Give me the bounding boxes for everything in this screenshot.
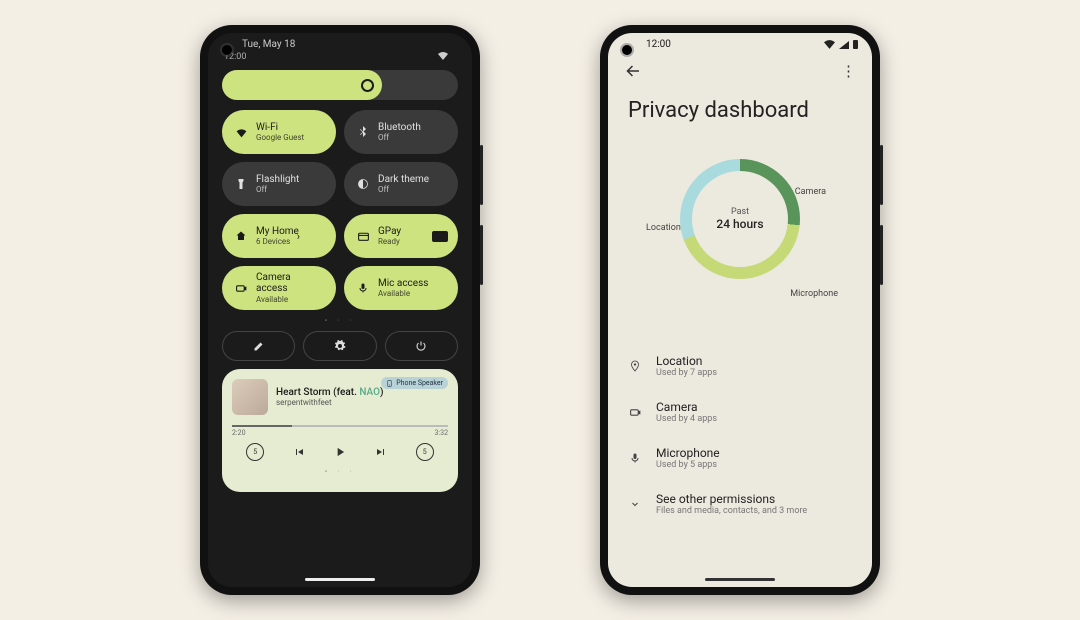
- status-date: Tue, May 18: [242, 39, 295, 50]
- permission-row-microphone[interactable]: MicrophoneUsed by 5 apps: [628, 435, 852, 481]
- forward-button[interactable]: 5: [416, 443, 434, 461]
- tile-title: My Home: [256, 226, 299, 238]
- tile-title: Dark theme: [378, 174, 429, 186]
- status-icons: [438, 52, 456, 62]
- phone-quick-settings: Tue, May 18 12:00 Wi-FiGoogle GuestBluet…: [200, 25, 480, 595]
- brightness-slider[interactable]: [222, 70, 458, 100]
- permission-row-camera[interactable]: CameraUsed by 4 apps: [628, 389, 852, 435]
- output-chip[interactable]: Phone Speaker: [381, 377, 448, 389]
- wifi-status-icon: [438, 52, 448, 62]
- status-icons: [824, 40, 858, 49]
- tile-title: GPay: [378, 226, 401, 238]
- wallet-icon: [356, 229, 370, 243]
- tile-title: Flashlight: [256, 174, 299, 186]
- donut-legend-microphone: Microphone: [790, 289, 838, 299]
- rewind-button[interactable]: 5: [246, 443, 264, 461]
- wifi-icon: [234, 125, 248, 139]
- overflow-menu-button[interactable]: ⋮: [841, 68, 856, 74]
- tile-flashlight[interactable]: FlashlightOff: [222, 162, 336, 206]
- back-button[interactable]: [624, 62, 642, 80]
- tile-title: Bluetooth: [378, 122, 421, 134]
- status-time: 12:00: [642, 39, 671, 50]
- row-subtitle: Used by 5 apps: [656, 460, 720, 470]
- settings-button[interactable]: [303, 331, 376, 361]
- page-indicator: • · ·: [208, 310, 472, 331]
- camera-icon: [628, 406, 642, 419]
- tile-title: Wi-Fi: [256, 122, 304, 134]
- bluetooth-icon: [356, 125, 370, 139]
- tile-my-home[interactable]: My Home6 Devices›: [222, 214, 336, 258]
- gesture-nav-pill[interactable]: [705, 578, 775, 581]
- permission-row-see-other-permissions[interactable]: See other permissionsFiles and media, co…: [628, 481, 852, 527]
- card-icon: [432, 231, 448, 242]
- tile-gpay[interactable]: GPayReady: [344, 214, 458, 258]
- permission-row-location[interactable]: LocationUsed by 7 apps: [628, 343, 852, 389]
- flashlight-icon: [234, 177, 248, 191]
- row-title: Camera: [656, 400, 717, 414]
- media-player-card[interactable]: Heart Storm (feat. NAO) serpentwithfeet …: [222, 369, 458, 492]
- usage-donut-chart: Past 24 hours Camera Microphone Location: [660, 159, 820, 319]
- track-title: Heart Storm (feat. NAO): [276, 387, 383, 398]
- page-title: Privacy dashboard: [608, 86, 872, 139]
- edit-tiles-button[interactable]: [222, 331, 295, 361]
- row-subtitle: Files and media, contacts, and 3 more: [656, 506, 807, 516]
- tile-subtitle: Off: [256, 185, 299, 194]
- track-artist: serpentwithfeet: [276, 398, 383, 407]
- signal-status-icon: [839, 41, 849, 49]
- row-title: Microphone: [656, 446, 720, 460]
- mic-icon: [356, 281, 370, 295]
- time-elapsed: 2:20: [232, 429, 246, 437]
- tile-title: Camera access: [256, 272, 324, 295]
- album-art: [232, 379, 268, 415]
- mic-icon: [628, 452, 642, 464]
- status-bar: Tue, May 18: [208, 33, 472, 52]
- donut-legend-location: Location: [646, 223, 681, 233]
- expand-icon: [628, 498, 642, 510]
- tile-subtitle: Available: [378, 289, 428, 298]
- row-title: See other permissions: [656, 492, 807, 506]
- time-duration: 3:32: [435, 429, 449, 437]
- punch-hole-camera: [622, 45, 632, 55]
- phone-privacy-dashboard: 12:00 ⋮ Privacy dashboard Past 24 hours: [600, 25, 880, 595]
- row-subtitle: Used by 4 apps: [656, 414, 717, 424]
- play-button[interactable]: [333, 445, 347, 459]
- home-icon: [234, 229, 248, 243]
- tile-subtitle: Off: [378, 133, 421, 142]
- next-button[interactable]: [375, 446, 387, 458]
- battery-status-icon: [853, 40, 858, 49]
- previous-button[interactable]: [293, 446, 305, 458]
- location-icon: [628, 360, 642, 372]
- tile-subtitle: Ready: [378, 237, 401, 246]
- power-button[interactable]: [385, 331, 458, 361]
- donut-label-bottom: 24 hours: [716, 217, 763, 231]
- dark-icon: [356, 177, 370, 191]
- gesture-nav-pill[interactable]: [305, 578, 375, 581]
- row-title: Location: [656, 354, 717, 368]
- tile-bluetooth[interactable]: BluetoothOff: [344, 110, 458, 154]
- tile-camera-access[interactable]: Camera accessAvailable: [222, 266, 336, 310]
- permission-list: LocationUsed by 7 appsCameraUsed by 4 ap…: [608, 339, 872, 531]
- camera-icon: [234, 281, 248, 295]
- tile-wi-fi[interactable]: Wi-FiGoogle Guest: [222, 110, 336, 154]
- media-page-indicator: • · ·: [232, 461, 448, 482]
- tile-subtitle: Off: [378, 185, 429, 194]
- wifi-status-icon: [824, 40, 835, 49]
- tile-subtitle: 6 Devices: [256, 237, 299, 246]
- chevron-right-icon: ›: [297, 230, 300, 243]
- tile-mic-access[interactable]: Mic accessAvailable: [344, 266, 458, 310]
- punch-hole-camera: [222, 45, 232, 55]
- quick-settings-tiles: Wi-FiGoogle GuestBluetoothOffFlashlightO…: [208, 110, 472, 310]
- seek-bar[interactable]: [232, 425, 448, 427]
- row-subtitle: Used by 7 apps: [656, 368, 717, 378]
- brightness-icon: [361, 79, 374, 92]
- tile-subtitle: Google Guest: [256, 133, 304, 142]
- tile-subtitle: Available: [256, 295, 324, 304]
- tile-dark-theme[interactable]: Dark themeOff: [344, 162, 458, 206]
- output-label: Phone Speaker: [396, 379, 443, 387]
- tile-title: Mic access: [378, 278, 428, 290]
- donut-label-top: Past: [731, 207, 749, 217]
